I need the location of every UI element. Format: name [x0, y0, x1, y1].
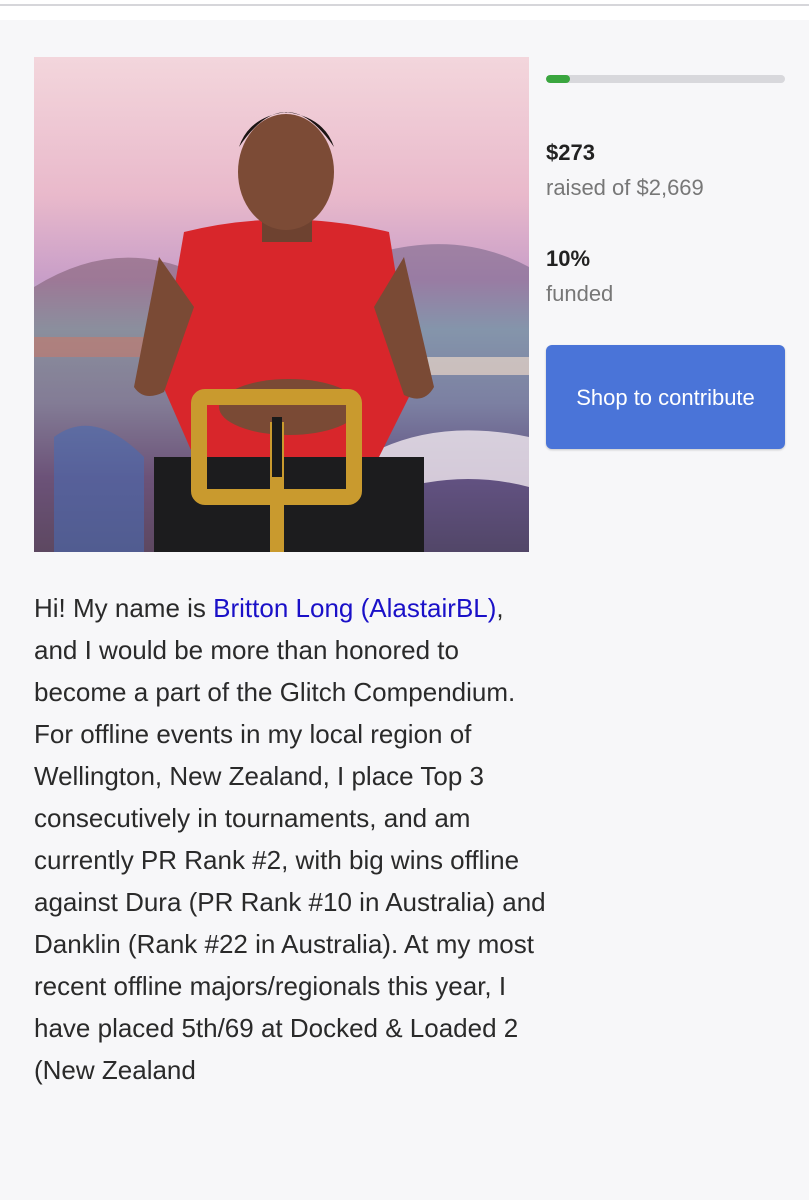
campaign-story: Hi! My name is Britton Long (AlastairBL)… — [34, 587, 554, 1091]
funded-label: funded — [546, 281, 614, 306]
funding-progress-fill — [546, 75, 570, 83]
story-paragraph: Hi! My name is Britton Long (AlastairBL)… — [34, 587, 554, 1091]
funding-progress-bar — [546, 75, 785, 83]
profile-link[interactable]: Britton Long (AlastairBL) — [213, 593, 496, 623]
top-divider — [0, 4, 809, 6]
funded-percent: 10% — [546, 246, 591, 271]
shop-to-contribute-button[interactable]: Shop to contribute — [546, 345, 785, 449]
story-intro: Hi! My name is — [34, 593, 214, 623]
raised-amount: $273 — [546, 140, 595, 165]
top-bar — [0, 0, 809, 20]
story-body: , and I would be more than honored to be… — [34, 593, 546, 1085]
campaign-photo — [34, 57, 529, 552]
raised-label: raised of $2,669 — [546, 175, 704, 200]
